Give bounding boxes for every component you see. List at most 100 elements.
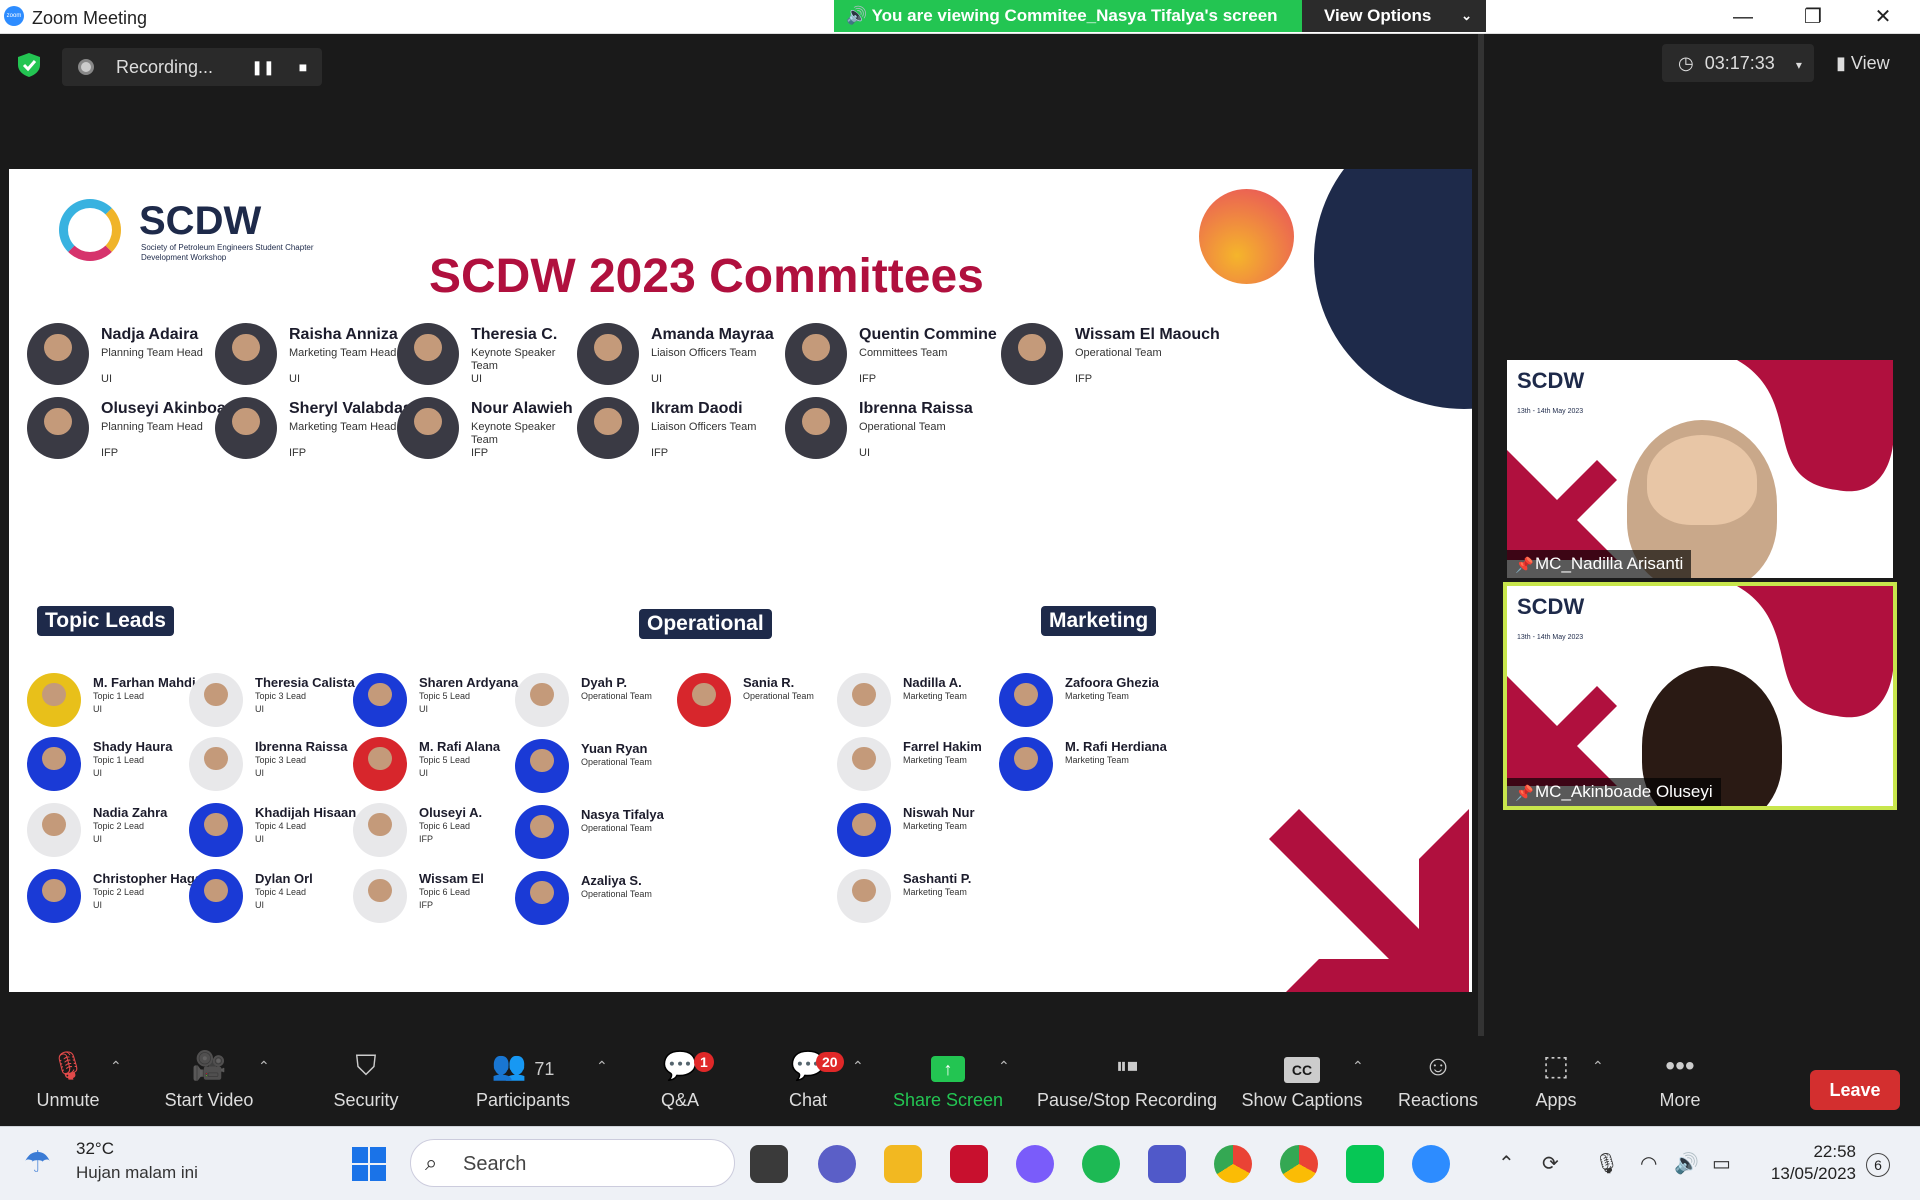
pause-icon[interactable]: ❚❚: [250, 54, 276, 80]
copilot-icon[interactable]: [1016, 1145, 1054, 1183]
wifi-icon[interactable]: ◠: [1640, 1151, 1657, 1176]
member-role: Topic 5 Lead: [419, 691, 471, 701]
windows-start-icon[interactable]: [352, 1147, 386, 1181]
zoom-icon[interactable]: [1412, 1145, 1450, 1183]
participant-video[interactable]: SCDW 13th - 14th May 2023 MC_Nadilla Ari…: [1507, 360, 1893, 578]
minimize-button[interactable]: —: [1720, 2, 1766, 32]
mcafee-icon[interactable]: [950, 1145, 988, 1183]
participant-video-active[interactable]: SCDW 13th - 14th May 2023 MC_Akinboade O…: [1503, 582, 1897, 810]
notification-badge[interactable]: 6: [1866, 1153, 1890, 1177]
member-photo: [515, 805, 569, 859]
share-screen-button[interactable]: ↑ Share Screen: [892, 1046, 1004, 1111]
member-org: UI: [93, 834, 102, 844]
apps-button[interactable]: ⬚ Apps: [1526, 1046, 1586, 1111]
chevron-down-icon: ▾: [1795, 58, 1802, 72]
spotify-icon[interactable]: [1082, 1145, 1120, 1183]
teams-icon[interactable]: [1148, 1145, 1186, 1183]
battery-icon[interactable]: ▭: [1712, 1151, 1731, 1176]
chevron-up-icon[interactable]: ⌃: [1592, 1058, 1604, 1075]
chrome-profile-icon[interactable]: [1280, 1145, 1318, 1183]
taskbar-clock[interactable]: 22:58 13/05/2023: [1760, 1141, 1856, 1185]
chat-badge: 20: [816, 1052, 844, 1072]
participants-button[interactable]: 👥 71 Participants: [468, 1046, 578, 1111]
member-org: UI: [255, 900, 264, 910]
unmute-label: Unmute: [36, 1090, 100, 1110]
meeting-timer[interactable]: ◷ 03:17:33 ▾: [1662, 44, 1814, 82]
decorative-arrow: [1269, 809, 1469, 992]
member-photo: [837, 673, 891, 727]
taskbar-search[interactable]: ⌕ Search: [410, 1139, 735, 1187]
task-view-icon[interactable]: [750, 1145, 788, 1183]
member-photo: [27, 323, 89, 385]
member-photo: [397, 397, 459, 459]
chat-label: Chat: [788, 1090, 828, 1110]
member-role: Marketing Team Head: [289, 347, 397, 359]
chevron-up-icon[interactable]: ⌃: [258, 1058, 270, 1075]
chevron-up-icon[interactable]: ⌃: [596, 1058, 608, 1075]
member-org: IFP: [101, 447, 119, 459]
chrome-icon[interactable]: [1214, 1145, 1252, 1183]
pin-icon: 📌: [1515, 557, 1534, 574]
chevron-up-icon[interactable]: ⌃: [852, 1058, 864, 1075]
chevron-up-icon[interactable]: ⌃: [998, 1058, 1010, 1075]
member-name: Oluseyi A.: [419, 805, 483, 820]
member-name: M. Farhan Mahdi: [93, 675, 196, 690]
weather-widget[interactable]: ☂ 32°C Hujan malam ini: [24, 1137, 224, 1191]
maximize-button[interactable]: ❐: [1790, 2, 1836, 32]
member-photo: [397, 323, 459, 385]
member-org: IFP: [289, 447, 307, 459]
show-captions-button[interactable]: CC Show Captions: [1240, 1046, 1364, 1111]
member-role: Topic 1 Lead: [93, 755, 145, 765]
meet-icon[interactable]: [818, 1145, 856, 1183]
temperature: 32°C: [76, 1139, 114, 1158]
reactions-button[interactable]: ☺ Reactions: [1394, 1046, 1482, 1111]
qa-label: Q&A: [660, 1090, 699, 1110]
line-icon[interactable]: [1346, 1145, 1384, 1183]
stop-icon[interactable]: ■: [290, 54, 316, 80]
member-org: UI: [289, 373, 300, 385]
panel-divider[interactable]: [1478, 34, 1484, 1054]
reactions-label: Reactions: [1397, 1090, 1479, 1110]
more-button[interactable]: ••• More: [1650, 1046, 1710, 1111]
participant-name: MC_Akinboade Oluseyi: [1507, 778, 1721, 806]
view-button[interactable]: ▮ View: [1826, 44, 1912, 82]
captions-icon: CC: [1240, 1046, 1364, 1086]
member-name: M. Rafi Alana: [419, 739, 501, 754]
more-icon: •••: [1665, 1050, 1695, 1081]
chevron-up-icon[interactable]: ⌃: [1498, 1151, 1515, 1176]
view-options-label: View Options: [1324, 6, 1432, 25]
microphone-icon[interactable]: 🎙: [1594, 1151, 1619, 1176]
pause-stop-recording-button[interactable]: ⏸⏹ Pause/Stop Recording: [1034, 1046, 1220, 1111]
decorative-circle-gradient: [1199, 189, 1294, 284]
unmute-button[interactable]: 🎙 Unmute: [28, 1046, 108, 1111]
chevron-up-icon[interactable]: ⌃: [110, 1058, 122, 1075]
video-off-icon: 🎥: [191, 1050, 227, 1081]
member-org: UI: [859, 447, 870, 459]
member-role: Operational Team: [859, 421, 946, 433]
shield-icon: ⛉: [355, 1050, 377, 1081]
start-video-button[interactable]: 🎥 Start Video: [156, 1046, 262, 1111]
member-photo: [999, 737, 1053, 791]
member-org: UI: [255, 768, 264, 778]
file-explorer-icon[interactable]: [884, 1145, 922, 1183]
member-photo: [677, 673, 731, 727]
member-role: Keynote Speaker Team: [471, 347, 556, 372]
leave-button[interactable]: Leave: [1810, 1070, 1900, 1110]
member-org: IFP: [651, 447, 669, 459]
logo-subtitle: Society of Petroleum Engineers Student C…: [141, 243, 314, 262]
volume-icon[interactable]: 🔊: [1674, 1151, 1699, 1176]
member-role: Marketing Team: [1065, 755, 1129, 765]
chevron-up-icon[interactable]: ⌃: [1352, 1058, 1364, 1075]
close-button[interactable]: ✕: [1860, 2, 1906, 32]
member-role: Marketing Team Head: [289, 421, 397, 433]
shield-check-icon[interactable]: [14, 50, 44, 80]
sync-icon[interactable]: ⟳: [1542, 1151, 1559, 1176]
member-name: Wissam El Maouch: [1075, 326, 1220, 343]
view-options-button[interactable]: View Options ⌄: [1302, 0, 1486, 32]
member-role: Topic 3 Lead: [255, 691, 307, 701]
security-button[interactable]: ⛉ Security: [326, 1046, 406, 1111]
member-photo: [189, 869, 243, 923]
member-role: Marketing Team: [903, 887, 967, 897]
decorative-circle-navy: [1314, 169, 1472, 409]
participant-name: MC_Nadilla Arisanti: [1507, 550, 1692, 578]
